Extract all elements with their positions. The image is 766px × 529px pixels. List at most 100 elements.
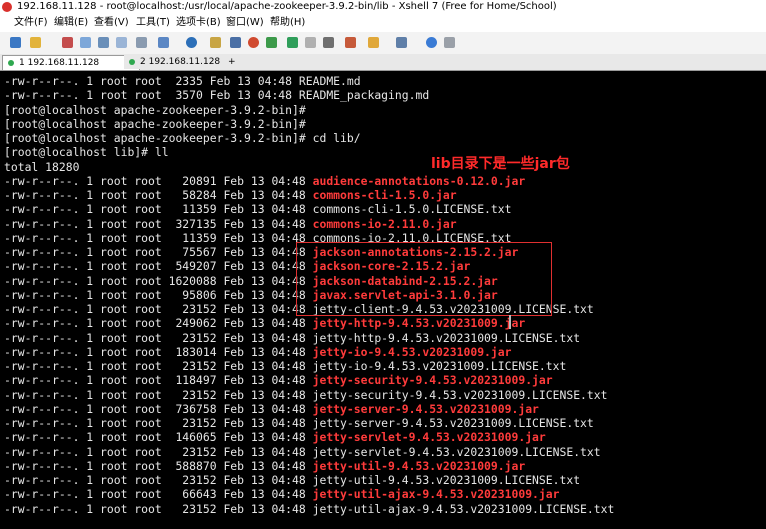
terminal-line-text: -rw-r--r--. 1 root root 20891 Feb 13 04:… — [4, 173, 313, 188]
terminal-line: -rw-r--r--. 1 root root 3570 Feb 13 04:4… — [4, 88, 429, 102]
filename: jetty-security-9.4.53.v20231009.LICENSE.… — [312, 387, 608, 402]
find-icon[interactable] — [136, 37, 147, 48]
terminal-line: -rw-r--r--. 1 root root 23152 Feb 13 04:… — [4, 416, 594, 430]
tile-icon[interactable] — [368, 37, 379, 48]
menu-window[interactable]: 窗口(W) — [226, 14, 264, 32]
xftp-icon[interactable] — [248, 37, 259, 48]
terminal-line: -rw-r--r--. 1 root root 23152 Feb 13 04:… — [4, 388, 608, 402]
mouse-cursor — [509, 315, 511, 329]
terminal-line-text: [root@localhost apache-zookeeper-3.9.2-b… — [4, 116, 306, 131]
xagent-icon[interactable] — [266, 37, 277, 48]
key-icon[interactable] — [305, 37, 316, 48]
menu-bar: 文件(F) 编辑(E) 查看(V) 工具(T) 选项卡(B) 窗口(W) 帮助(… — [0, 14, 766, 32]
terminal-line: -rw-r--r--. 1 root root 11359 Feb 13 04:… — [4, 202, 511, 216]
help-icon[interactable] — [426, 37, 437, 48]
terminal-line: -rw-r--r--. 1 root root 58284 Feb 13 04:… — [4, 188, 457, 202]
tab-label: 1 192.168.11.128 — [19, 58, 100, 68]
new-tab-button[interactable]: + — [224, 55, 240, 69]
highlight-box — [296, 242, 552, 316]
font-icon[interactable] — [230, 37, 241, 48]
terminal-line: -rw-r--r--. 1 root root 23152 Feb 13 04:… — [4, 473, 580, 487]
tab-label: 2 192.168.11.128 — [140, 57, 221, 67]
terminal-line-text: [root@localhost lib]# ll — [4, 145, 169, 160]
jar-filename: jetty-servlet-9.4.53.v20231009.jar — [312, 430, 546, 445]
terminal-line: -rw-r--r--. 1 root root 23152 Feb 13 04:… — [4, 445, 601, 459]
filename: jetty-util-ajax-9.4.53.v20231009.LICENSE… — [312, 501, 615, 516]
terminal-line-text: -rw-r--r--. 1 root root 2335 Feb 13 04:4… — [4, 74, 299, 88]
terminal-line-text: -rw-r--r--. 1 root root 249062 Feb 13 04… — [4, 316, 313, 331]
terminal-line: -rw-r--r--. 1 root root 66643 Feb 13 04:… — [4, 487, 560, 501]
jar-filename: jetty-io-9.4.53.v20231009.jar — [312, 344, 512, 359]
jar-filename: audience-annotations-0.12.0.jar — [312, 173, 526, 188]
terminal-line: -rw-r--r--. 1 root root 146065 Feb 13 04… — [4, 430, 546, 444]
terminal-line-text: -rw-r--r--. 1 root root 23152 Feb 13 04:… — [4, 387, 313, 402]
jar-filename: jetty-http-9.4.53.v20231009.jar — [312, 316, 526, 331]
copy-icon[interactable] — [116, 37, 127, 48]
terminal-line-text: -rw-r--r--. 1 root root 183014 Feb 13 04… — [4, 344, 313, 359]
terminal-line-text: -rw-r--r--. 1 root root 118497 Feb 13 04… — [4, 373, 313, 388]
terminal-line: -rw-r--r--. 1 root root 736758 Feb 13 04… — [4, 402, 539, 416]
open-folder-icon[interactable] — [30, 37, 41, 48]
terminal-line-text: -rw-r--r--. 1 root root 1620088 Feb 13 0… — [4, 273, 313, 288]
new-session-icon[interactable] — [10, 37, 21, 48]
terminal-line: [root@localhost lib]# ll — [4, 145, 169, 159]
filename: commons-cli-1.5.0.LICENSE.txt — [312, 202, 512, 217]
settings-icon[interactable] — [444, 37, 455, 48]
terminal-line-text: -rw-r--r--. 1 root root 23152 Feb 13 04:… — [4, 473, 313, 487]
filename: README_packaging.md — [298, 88, 430, 103]
split-icon[interactable] — [396, 37, 407, 48]
menu-edit[interactable]: 编辑(E) — [54, 14, 88, 32]
tab-session-2[interactable]: 2 192.168.11.128 — [124, 55, 236, 69]
terminal-line: -rw-r--r--. 1 root root 118497 Feb 13 04… — [4, 373, 553, 387]
terminal-line-text: -rw-r--r--. 1 root root 588870 Feb 13 04… — [4, 458, 313, 473]
terminal-line-text: -rw-r--r--. 1 root root 146065 Feb 13 04… — [4, 430, 313, 445]
title-bar: 192.168.11.128 - root@localhost:/usr/loc… — [0, 0, 766, 14]
transfer-icon[interactable] — [345, 37, 356, 48]
disconnect-icon[interactable] — [62, 37, 73, 48]
terminal-line-text: total 18280 — [4, 159, 80, 174]
compose-icon[interactable] — [323, 37, 334, 48]
filename: jetty-http-9.4.53.v20231009.LICENSE.txt — [312, 330, 581, 345]
reconnect-icon[interactable] — [80, 37, 91, 48]
xshell-app-icon — [2, 2, 12, 12]
annotation-text: lib目录下是一些jar包 — [431, 156, 570, 172]
terminal-line-text: -rw-r--r--. 1 root root 95806 Feb 13 04:… — [4, 287, 313, 302]
jar-filename: commons-io-2.11.0.jar — [312, 216, 457, 231]
connected-status-icon — [8, 60, 14, 66]
filename: README.md — [298, 74, 361, 88]
window-title: 192.168.11.128 - root@localhost:/usr/loc… — [17, 1, 557, 12]
terminal-line-text: -rw-r--r--. 1 root root 23152 Feb 13 04:… — [4, 444, 313, 459]
terminal-line-text: -rw-r--r--. 1 root root 549207 Feb 13 04… — [4, 259, 313, 274]
terminal-line: -rw-r--r--. 1 root root 23152 Feb 13 04:… — [4, 502, 614, 516]
terminal-line: -rw-r--r--. 1 root root 249062 Feb 13 04… — [4, 316, 525, 330]
filename: jetty-servlet-9.4.53.v20231009.LICENSE.t… — [312, 444, 601, 459]
menu-file[interactable]: 文件(F) — [14, 14, 48, 32]
terminal-line-text: -rw-r--r--. 1 root root 327135 Feb 13 04… — [4, 216, 313, 231]
terminal-line: [root@localhost apache-zookeeper-3.9.2-b… — [4, 131, 361, 145]
terminal-line-text: [root@localhost apache-zookeeper-3.9.2-b… — [4, 131, 361, 145]
menu-tools[interactable]: 工具(T) — [136, 14, 170, 32]
terminal-line: -rw-r--r--. 1 root root 23152 Feb 13 04:… — [4, 359, 566, 373]
menu-tabs[interactable]: 选项卡(B) — [176, 14, 221, 32]
jar-filename: jetty-security-9.4.53.v20231009.jar — [312, 373, 553, 388]
terminal-line: total 18280 — [4, 160, 79, 174]
properties-icon[interactable] — [98, 37, 109, 48]
terminal-line-text: -rw-r--r--. 1 root root 23152 Feb 13 04:… — [4, 302, 313, 316]
print-icon[interactable] — [158, 37, 169, 48]
fullscreen-icon[interactable] — [287, 37, 298, 48]
globe-icon[interactable] — [186, 37, 197, 48]
session-tab-bar: 1 192.168.11.128 × 2 192.168.11.128 + — [0, 54, 766, 71]
terminal-line: -rw-r--r--. 1 root root 327135 Feb 13 04… — [4, 217, 457, 231]
tab-session-1[interactable]: 1 192.168.11.128 × — [2, 55, 140, 70]
terminal-line-text: -rw-r--r--. 1 root root 736758 Feb 13 04… — [4, 401, 313, 416]
menu-view[interactable]: 查看(V) — [94, 14, 129, 32]
menu-help[interactable]: 帮助(H) — [270, 14, 305, 32]
terminal-line-text: -rw-r--r--. 1 root root 75567 Feb 13 04:… — [4, 245, 313, 259]
terminal-line-text: -rw-r--r--. 1 root root 23152 Feb 13 04:… — [4, 501, 313, 516]
jar-filename: jetty-util-9.4.53.v20231009.jar — [312, 458, 526, 473]
lock-icon[interactable] — [210, 37, 221, 48]
terminal-line: -rw-r--r--. 1 root root 23152 Feb 13 04:… — [4, 331, 580, 345]
terminal-line-text: -rw-r--r--. 1 root root 58284 Feb 13 04:… — [4, 188, 313, 202]
filename: jetty-util-9.4.53.v20231009.LICENSE.txt — [312, 473, 581, 487]
terminal-line-text: -rw-r--r--. 1 root root 11359 Feb 13 04:… — [4, 230, 313, 245]
